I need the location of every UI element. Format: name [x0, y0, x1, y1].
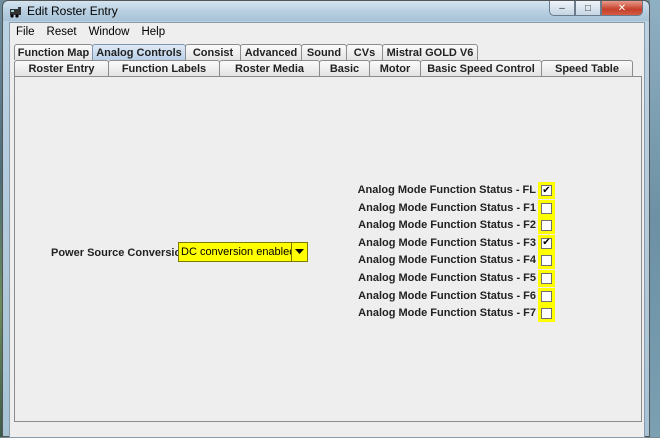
analog-function-row: Analog Mode Function Status - F1 [315, 199, 555, 218]
analog-function-checkbox[interactable]: ✔ [541, 185, 552, 196]
analog-function-label: Analog Mode Function Status - F5 [358, 272, 536, 284]
analog-function-label: Analog Mode Function Status - F2 [358, 219, 536, 232]
window-controls: – □ ✕ [549, 1, 643, 16]
desktop-background-right [650, 0, 660, 437]
train-app-icon [9, 5, 22, 18]
dropdown-arrow-icon[interactable] [291, 243, 307, 261]
tab-advanced[interactable]: Advanced [240, 44, 302, 60]
checkbox-highlight [538, 199, 555, 217]
close-button[interactable]: ✕ [601, 1, 643, 16]
analog-function-row: Analog Mode Function Status - F2 [315, 217, 555, 235]
analog-function-checkbox[interactable] [541, 220, 552, 232]
analog-function-checkbox[interactable] [541, 308, 552, 320]
minimize-button[interactable]: – [549, 1, 575, 16]
client-area: File Reset Window Help Function Map Anal… [9, 22, 645, 438]
tab-function-labels[interactable]: Function Labels [108, 60, 220, 76]
analog-function-label: Analog Mode Function Status - F3 [358, 236, 536, 249]
analog-function-checkbox[interactable] [541, 273, 552, 284]
analog-function-checkbox[interactable] [541, 255, 552, 267]
checkbox-highlight: ✔ [538, 182, 555, 199]
title-bar[interactable]: Edit Roster Entry – □ ✕ [3, 1, 649, 21]
analog-controls-panel: Power Source Conversion DC conversion en… [14, 76, 642, 422]
tab-mistral-gold-v6[interactable]: Mistral GOLD V6 [382, 44, 478, 60]
analog-function-row: Analog Mode Function Status - FL ✔ [315, 182, 555, 200]
analog-function-label: Analog Mode Function Status - F4 [358, 254, 536, 267]
tab-analog-controls[interactable]: Analog Controls [92, 44, 186, 60]
maximize-button[interactable]: □ [575, 1, 601, 16]
tab-consist[interactable]: Consist [185, 44, 241, 60]
menu-help[interactable]: Help [135, 23, 171, 43]
analog-function-row: Analog Mode Function Status - F7 [315, 305, 555, 323]
tab-sound[interactable]: Sound [301, 44, 347, 60]
menu-bar: File Reset Window Help [10, 23, 644, 43]
power-source-value: DC conversion enabled [181, 246, 291, 258]
checkbox-highlight [538, 270, 555, 287]
analog-function-label: Analog Mode Function Status - FL [357, 184, 536, 196]
tab-row-bottom: Roster Entry Function Labels Roster Medi… [14, 60, 633, 76]
analog-function-row: Analog Mode Function Status - F5 [315, 270, 555, 288]
checkmark-icon: ✔ [542, 184, 551, 196]
menu-file[interactable]: File [10, 23, 41, 43]
checkmark-icon: ✔ [542, 237, 551, 249]
tab-row-top: Function Map Analog Controls Consist Adv… [14, 44, 478, 60]
analog-function-label: Analog Mode Function Status - F6 [358, 289, 536, 302]
checkbox-highlight: ✔ [538, 234, 555, 252]
tab-roster-entry[interactable]: Roster Entry [14, 60, 109, 76]
analog-function-checkbox[interactable] [541, 202, 552, 214]
tab-cvs[interactable]: CVs [346, 44, 383, 60]
checkbox-highlight [538, 287, 555, 305]
checkbox-highlight [538, 305, 555, 323]
analog-function-label: Analog Mode Function Status - F1 [358, 201, 536, 214]
checkbox-highlight [538, 217, 555, 235]
edit-roster-window: Edit Roster Entry – □ ✕ File Reset Windo… [2, 0, 650, 438]
checkbox-highlight [538, 252, 555, 270]
power-source-label: Power Source Conversion [51, 247, 188, 259]
tab-function-map[interactable]: Function Map [14, 44, 93, 60]
tab-basic[interactable]: Basic [319, 60, 370, 76]
tab-basic-speed-control[interactable]: Basic Speed Control [420, 60, 542, 76]
window-title: Edit Roster Entry [27, 4, 118, 18]
analog-function-row: Analog Mode Function Status - F4 [315, 252, 555, 270]
power-source-dropdown[interactable]: DC conversion enabled [178, 242, 308, 262]
analog-function-row: Analog Mode Function Status - F3 ✔ [315, 234, 555, 253]
menu-reset[interactable]: Reset [41, 23, 83, 43]
tab-motor[interactable]: Motor [369, 60, 421, 76]
menu-window[interactable]: Window [83, 23, 136, 43]
analog-function-row: Analog Mode Function Status - F6 [315, 287, 555, 306]
analog-function-checkbox[interactable]: ✔ [541, 237, 552, 249]
analog-function-label: Analog Mode Function Status - F7 [358, 307, 536, 320]
tab-roster-media[interactable]: Roster Media [219, 60, 320, 76]
tab-speed-table[interactable]: Speed Table [541, 60, 633, 76]
analog-function-checkbox[interactable] [541, 290, 552, 302]
